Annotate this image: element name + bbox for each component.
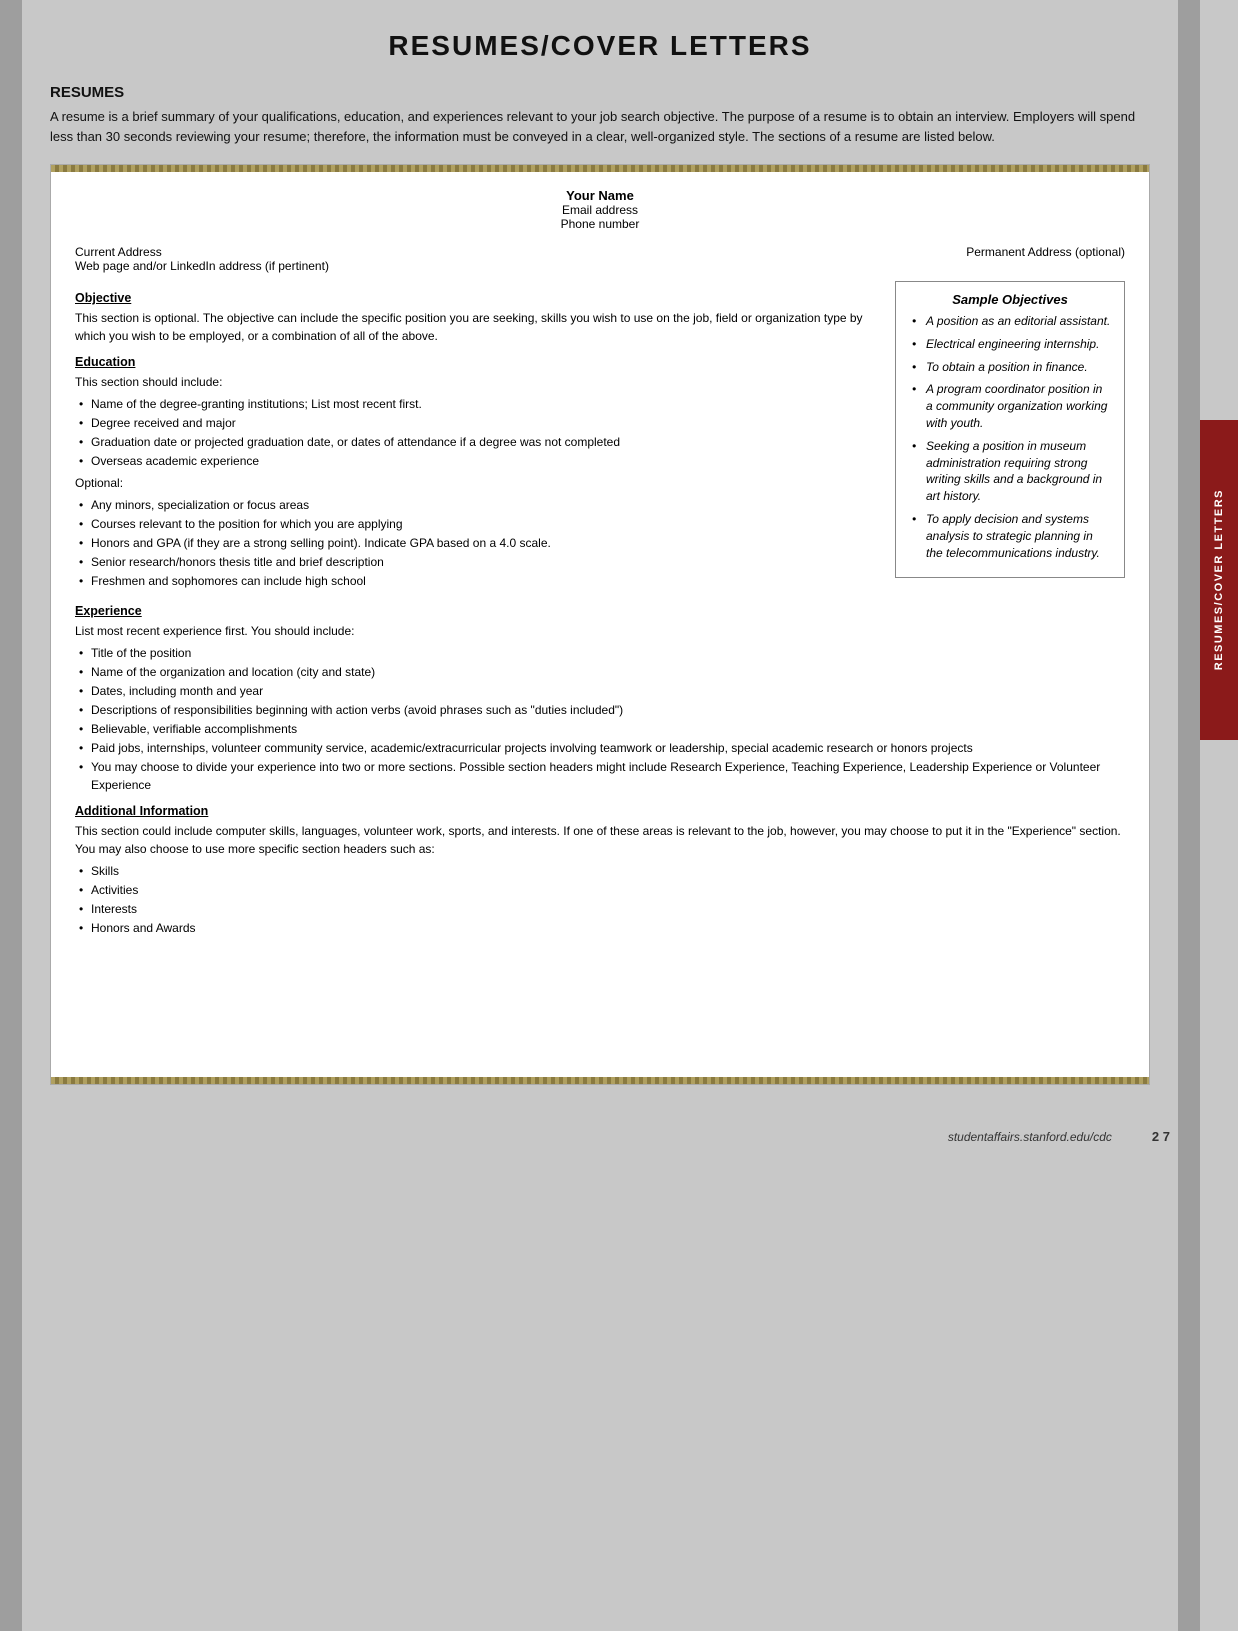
resume-box: Your Name Email address Phone number Cur… bbox=[50, 164, 1150, 1085]
resume-address-row: Current Address Web page and/or LinkedIn… bbox=[75, 245, 1125, 273]
resume-bottom-spacer bbox=[75, 941, 1125, 1061]
exp-item-2: Name of the organization and location (c… bbox=[75, 663, 1125, 681]
add-item-3: Interests bbox=[75, 900, 1125, 918]
edu-opt-4: Senior research/honors thesis title and … bbox=[75, 553, 879, 571]
resume-email: Email address bbox=[75, 203, 1125, 217]
objective-body: This section is optional. The objective … bbox=[75, 309, 879, 345]
resume-top-border bbox=[51, 165, 1149, 172]
experience-title: Experience bbox=[75, 604, 1125, 618]
exp-item-6: Paid jobs, internships, volunteer commun… bbox=[75, 739, 1125, 757]
education-title: Education bbox=[75, 355, 879, 369]
objective-title: Objective bbox=[75, 291, 879, 305]
resume-cols: Objective This section is optional. The … bbox=[75, 281, 1125, 594]
exp-item-1: Title of the position bbox=[75, 644, 1125, 662]
education-required-list: Name of the degree-granting institutions… bbox=[75, 395, 879, 470]
resume-name: Your Name bbox=[75, 188, 1125, 203]
footer-page: 2 7 bbox=[1152, 1129, 1170, 1144]
additional-list: Skills Activities Interests Honors and A… bbox=[75, 862, 1125, 937]
additional-intro: This section could include computer skil… bbox=[75, 822, 1125, 858]
add-item-4: Honors and Awards bbox=[75, 919, 1125, 937]
edu-item-3: Graduation date or projected graduation … bbox=[75, 433, 879, 451]
side-tab: RESUMES/COVER LETTERS bbox=[1200, 420, 1238, 740]
page-wrapper: RESUMES/COVER LETTERS RESUMES/COVER LETT… bbox=[0, 0, 1238, 1631]
obj-item-5: Seeking a position in museum administrat… bbox=[912, 438, 1112, 505]
left-stripe bbox=[0, 0, 22, 1631]
page-title: RESUMES/COVER LETTERS bbox=[50, 30, 1150, 62]
exp-item-7: You may choose to divide your experience… bbox=[75, 758, 1125, 794]
obj-item-6: To apply decision and systems analysis t… bbox=[912, 511, 1112, 561]
obj-item-2: Electrical engineering internship. bbox=[912, 336, 1112, 353]
resume-address-left: Current Address Web page and/or LinkedIn… bbox=[75, 245, 329, 273]
sample-objectives-list: A position as an editorial assistant. El… bbox=[908, 313, 1112, 561]
resumes-heading: RESUMES bbox=[50, 84, 1150, 101]
side-tab-label: RESUMES/COVER LETTERS bbox=[1213, 489, 1225, 670]
resumes-intro: A resume is a brief summary of your qual… bbox=[50, 107, 1150, 146]
exp-item-5: Believable, verifiable accomplishments bbox=[75, 720, 1125, 738]
experience-list: Title of the position Name of the organi… bbox=[75, 644, 1125, 794]
sample-objectives-box: Sample Objectives A position as an edito… bbox=[895, 281, 1125, 578]
obj-item-3: To obtain a position in finance. bbox=[912, 359, 1112, 376]
obj-item-1: A position as an editorial assistant. bbox=[912, 313, 1112, 330]
right-stripe bbox=[1178, 0, 1200, 1631]
resume-bottom-border bbox=[51, 1077, 1149, 1084]
education-intro: This section should include: bbox=[75, 373, 879, 391]
add-item-2: Activities bbox=[75, 881, 1125, 899]
exp-item-3: Dates, including month and year bbox=[75, 682, 1125, 700]
permanent-address: Permanent Address (optional) bbox=[966, 245, 1125, 273]
edu-item-2: Degree received and major bbox=[75, 414, 879, 432]
education-optional-label: Optional: bbox=[75, 474, 879, 492]
edu-item-4: Overseas academic experience bbox=[75, 452, 879, 470]
experience-intro: List most recent experience first. You s… bbox=[75, 622, 1125, 640]
edu-item-1: Name of the degree-granting institutions… bbox=[75, 395, 879, 413]
edu-opt-5: Freshmen and sophomores can include high… bbox=[75, 572, 879, 590]
sample-objectives-col: Sample Objectives A position as an edito… bbox=[895, 281, 1125, 594]
obj-item-4: A program coordinator position in a comm… bbox=[912, 381, 1112, 431]
main-content: RESUMES/COVER LETTERS RESUMES A resume i… bbox=[30, 0, 1170, 1121]
footer-url: studentaffairs.stanford.edu/cdc bbox=[948, 1130, 1112, 1144]
exp-item-4: Descriptions of responsibilities beginni… bbox=[75, 701, 1125, 719]
sample-objectives-title: Sample Objectives bbox=[908, 292, 1112, 307]
resume-phone: Phone number bbox=[75, 217, 1125, 231]
web-address: Web page and/or LinkedIn address (if per… bbox=[75, 259, 329, 273]
additional-title: Additional Information bbox=[75, 804, 1125, 818]
education-optional-list: Any minors, specialization or focus area… bbox=[75, 496, 879, 590]
footer: studentaffairs.stanford.edu/cdc 2 7 bbox=[0, 1121, 1238, 1152]
edu-opt-1: Any minors, specialization or focus area… bbox=[75, 496, 879, 514]
resume-header: Your Name Email address Phone number bbox=[75, 188, 1125, 231]
current-address: Current Address bbox=[75, 245, 329, 259]
resume-left-col: Objective This section is optional. The … bbox=[75, 281, 879, 594]
add-item-1: Skills bbox=[75, 862, 1125, 880]
edu-opt-3: Honors and GPA (if they are a strong sel… bbox=[75, 534, 879, 552]
edu-opt-2: Courses relevant to the position for whi… bbox=[75, 515, 879, 533]
